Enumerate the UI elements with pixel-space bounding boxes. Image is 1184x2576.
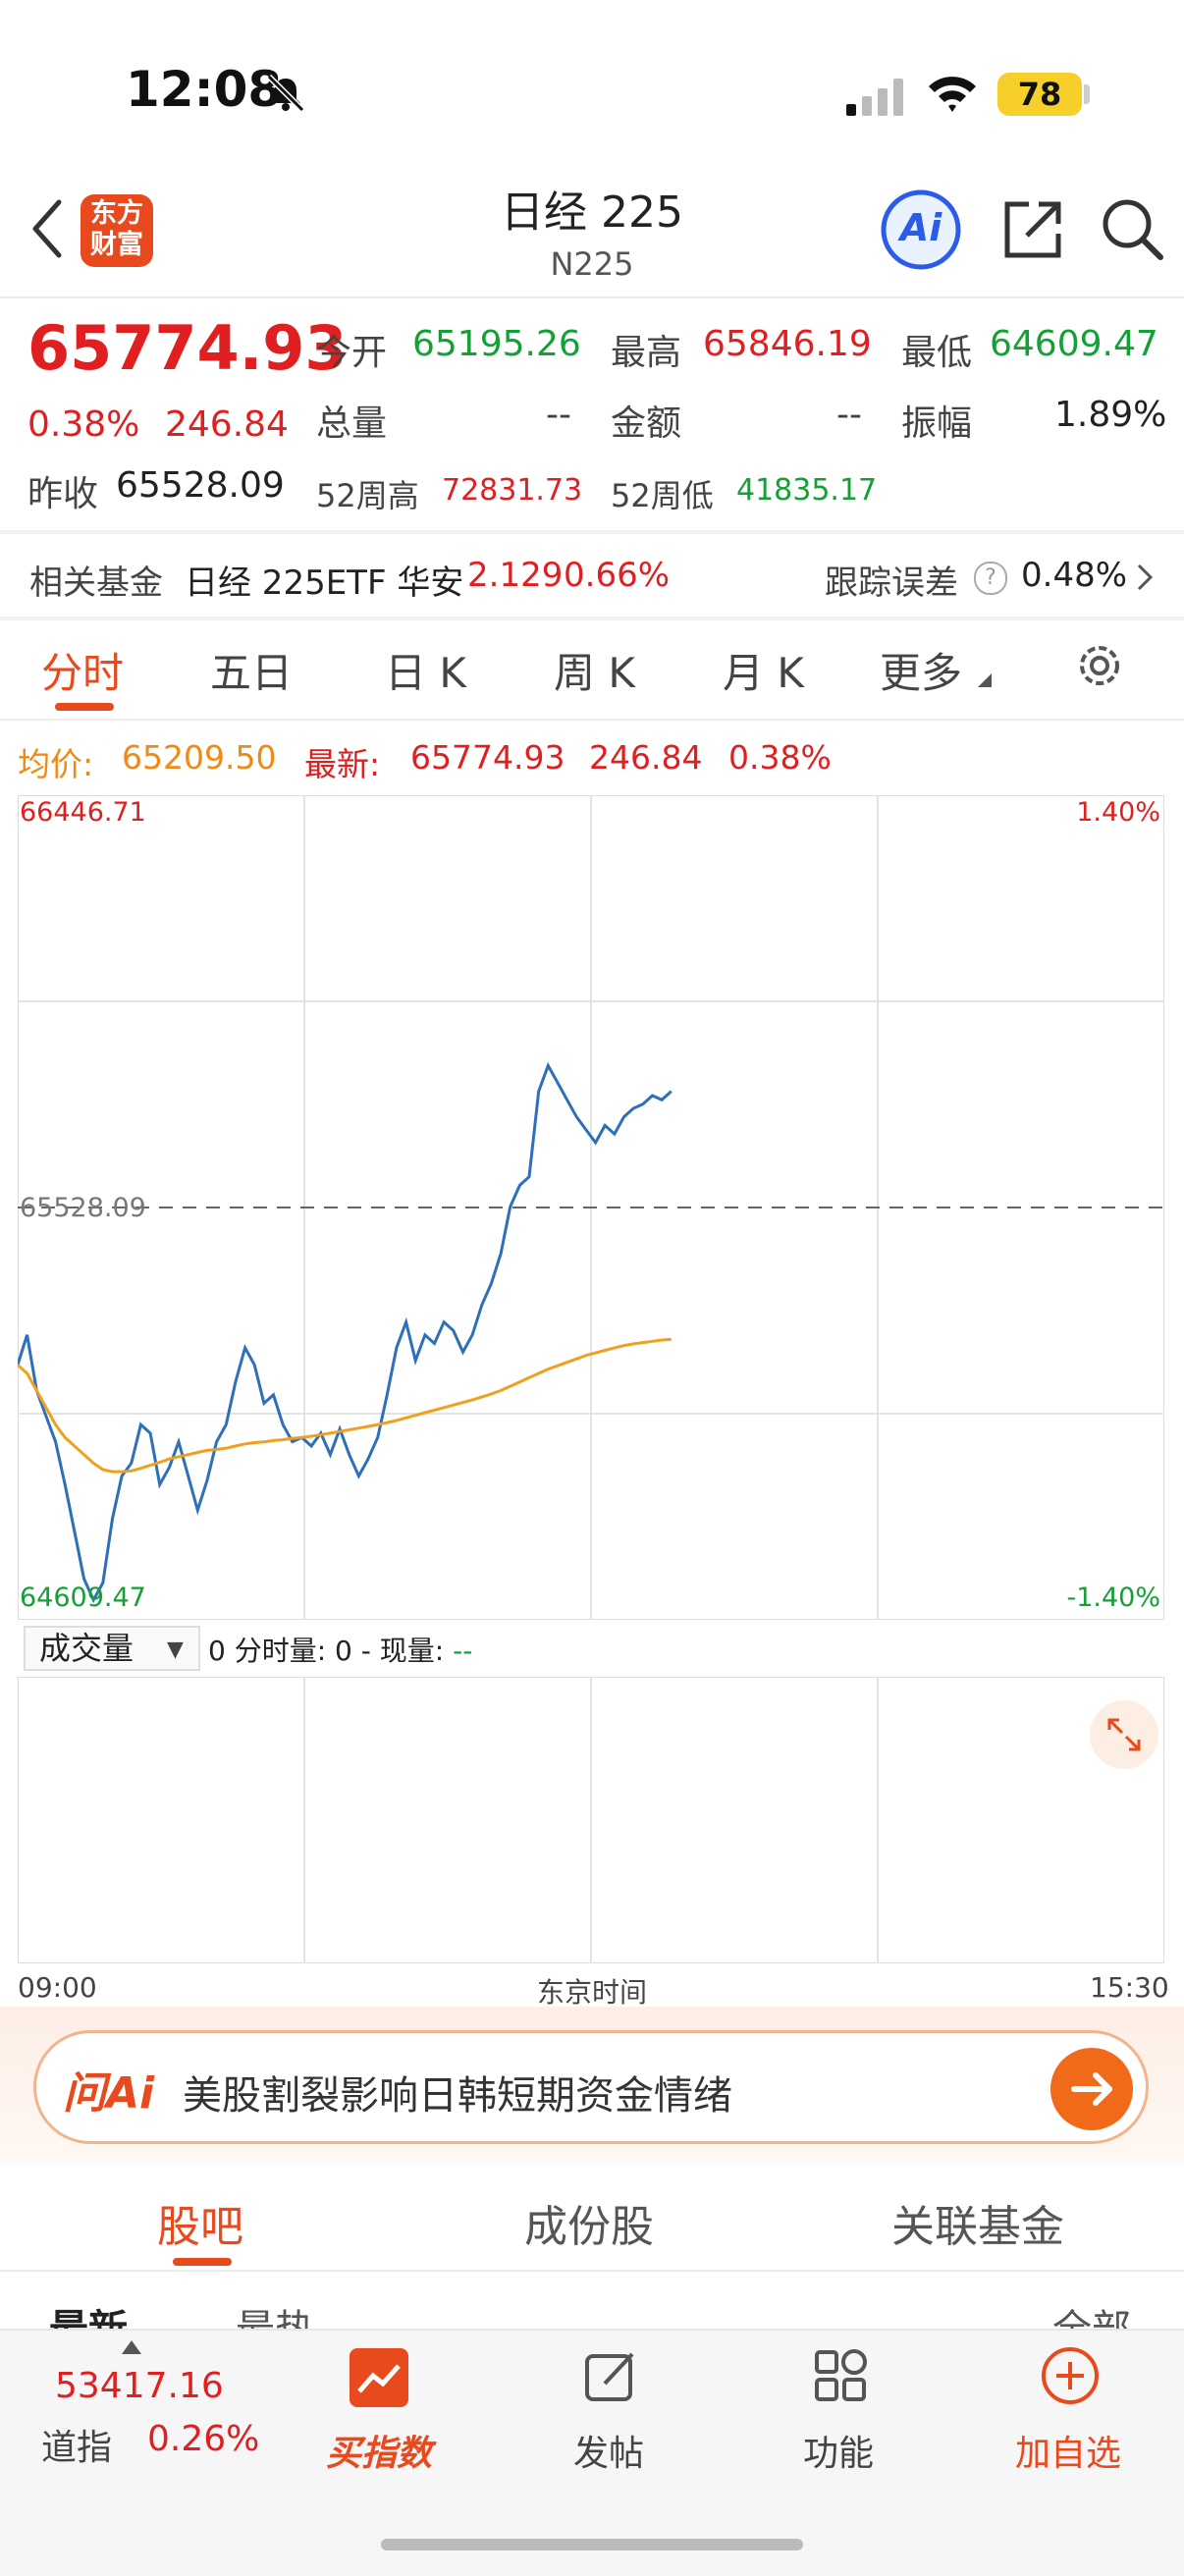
time-end-label: 15:30 xyxy=(1090,1971,1169,2004)
y-min-pct-label: -1.40% xyxy=(1066,1583,1160,1613)
ai-submit-button[interactable] xyxy=(1050,2048,1133,2130)
open-value: 65195.26 xyxy=(412,324,581,364)
tab-weekly-k[interactable]: 周 K xyxy=(554,640,635,700)
help-icon[interactable]: ? xyxy=(974,562,1007,595)
high-label: 最高 xyxy=(611,333,682,373)
intraday-chart[interactable]: 66446.71 1.40% 65528.09 64609.47 -1.40% xyxy=(18,795,1164,1620)
volume-label: 总量 xyxy=(316,403,388,444)
dow-index-pct: 0.26% xyxy=(147,2419,260,2459)
y-max-label: 66446.71 xyxy=(20,797,146,828)
nav-add-watchlist[interactable]: 加自选 xyxy=(990,2425,1147,2476)
wifi-icon xyxy=(929,77,976,112)
edit-icon xyxy=(585,2352,634,2401)
tab-more[interactable]: 更多 xyxy=(880,640,962,700)
caret-up-icon xyxy=(122,2340,141,2354)
fund-pct: 0.66% xyxy=(564,556,671,595)
latest-label: 最新: xyxy=(304,745,381,783)
divider xyxy=(0,530,1184,534)
latest-pct: 0.38% xyxy=(728,738,832,777)
price-series-line xyxy=(18,1061,673,1604)
buy-index-icon xyxy=(350,2348,408,2407)
dow-index-name: 道指 xyxy=(41,2428,113,2468)
expand-icon xyxy=(1107,1718,1141,1751)
divider xyxy=(0,296,1184,298)
ai-logo: 问Ai xyxy=(63,2068,155,2119)
high-value: 65846.19 xyxy=(703,324,872,364)
tab-related-funds[interactable]: 关联基金 xyxy=(891,2191,1064,2254)
tab-daily-k[interactable]: 日 K xyxy=(385,640,466,700)
tracking-value: 0.48% xyxy=(1021,556,1128,595)
prev-close-label: 昨收 xyxy=(27,474,99,514)
ai-prompt-text[interactable]: 美股割裂影响日韩短期资金情绪 xyxy=(183,2064,732,2120)
share-icon[interactable] xyxy=(1001,196,1066,261)
volume-chart[interactable] xyxy=(18,1677,1164,1963)
amount-label: 金额 xyxy=(611,403,682,444)
expand-button[interactable] xyxy=(1090,1700,1158,1769)
tab-forum[interactable]: 股吧 xyxy=(157,2191,243,2254)
tab-active-indicator xyxy=(173,2258,232,2266)
latest-value: 65774.93 xyxy=(410,738,565,777)
tracking-label: 跟踪误差 xyxy=(825,564,958,603)
caret-icon xyxy=(978,673,992,687)
tab-constituents[interactable]: 成份股 xyxy=(524,2191,654,2254)
y-max-pct-label: 1.40% xyxy=(1076,797,1160,828)
home-indicator xyxy=(381,2539,803,2550)
arrow-right-icon xyxy=(1071,2072,1112,2106)
open-label: 今开 xyxy=(316,333,388,373)
divider xyxy=(0,2270,1184,2272)
y-min-label: 64609.47 xyxy=(20,1583,146,1613)
nav-functions[interactable]: 功能 xyxy=(760,2425,917,2476)
amplitude-value: 1.89% xyxy=(1054,395,1167,435)
nav-buy-index[interactable]: 买指数 xyxy=(300,2425,457,2476)
dow-index-value[interactable]: 53417.16 xyxy=(55,2366,224,2406)
low-value: 64609.47 xyxy=(990,324,1158,364)
change-pct: 0.38% xyxy=(27,404,140,445)
change-value: 246.84 xyxy=(165,404,289,445)
divider xyxy=(0,617,1184,620)
battery-cap xyxy=(1084,84,1090,104)
divider xyxy=(0,719,1184,721)
fund-price: 2.129 xyxy=(467,556,564,595)
w52-low-value: 41835.17 xyxy=(736,473,878,508)
w52-low-label: 52周低 xyxy=(611,477,714,514)
avg-label: 均价: xyxy=(18,745,94,783)
ai-button[interactable]: Ai xyxy=(880,188,962,271)
avg-value: 65209.50 xyxy=(122,738,277,777)
time-axis-label: 东京时间 xyxy=(536,1976,647,2009)
volume-value: -- xyxy=(546,395,571,435)
signal-icon xyxy=(846,79,903,116)
latest-change: 246.84 xyxy=(589,738,703,777)
status-time: 12:08 xyxy=(126,61,283,118)
current-price: 65774.93 xyxy=(27,312,348,384)
apps-icon xyxy=(815,2349,867,2401)
avg-series-line xyxy=(18,1337,672,1474)
w52-high-label: 52周高 xyxy=(316,477,419,514)
low-label: 最低 xyxy=(901,333,973,373)
volume-info: 0 分时量: 0 - 现量: -- xyxy=(208,1635,473,1667)
y-ref-label: 65528.09 xyxy=(20,1193,146,1223)
bell-muted-icon xyxy=(266,74,305,113)
fund-label: 相关基金 xyxy=(29,564,163,603)
nav-post[interactable]: 发帖 xyxy=(530,2425,687,2476)
prev-close-value: 65528.09 xyxy=(116,465,285,506)
gear-icon[interactable] xyxy=(1074,640,1125,691)
tab-active-indicator xyxy=(55,703,114,711)
tab-intraday[interactable]: 分时 xyxy=(41,640,124,700)
tab-five-day[interactable]: 五日 xyxy=(210,640,293,700)
search-icon[interactable] xyxy=(1100,196,1164,261)
add-watchlist-icon xyxy=(1042,2347,1099,2404)
tab-monthly-k[interactable]: 月 K xyxy=(723,640,804,700)
battery-level: 78 xyxy=(997,73,1082,116)
amount-value: -- xyxy=(836,395,862,435)
dropdown-arrow-icon: ▼ xyxy=(167,1637,184,1662)
w52-high-value: 72831.73 xyxy=(442,473,583,508)
chevron-right-icon[interactable] xyxy=(1135,562,1155,593)
fund-name[interactable]: 日经 225ETF 华安 xyxy=(185,556,463,604)
amplitude-label: 振幅 xyxy=(901,403,973,444)
